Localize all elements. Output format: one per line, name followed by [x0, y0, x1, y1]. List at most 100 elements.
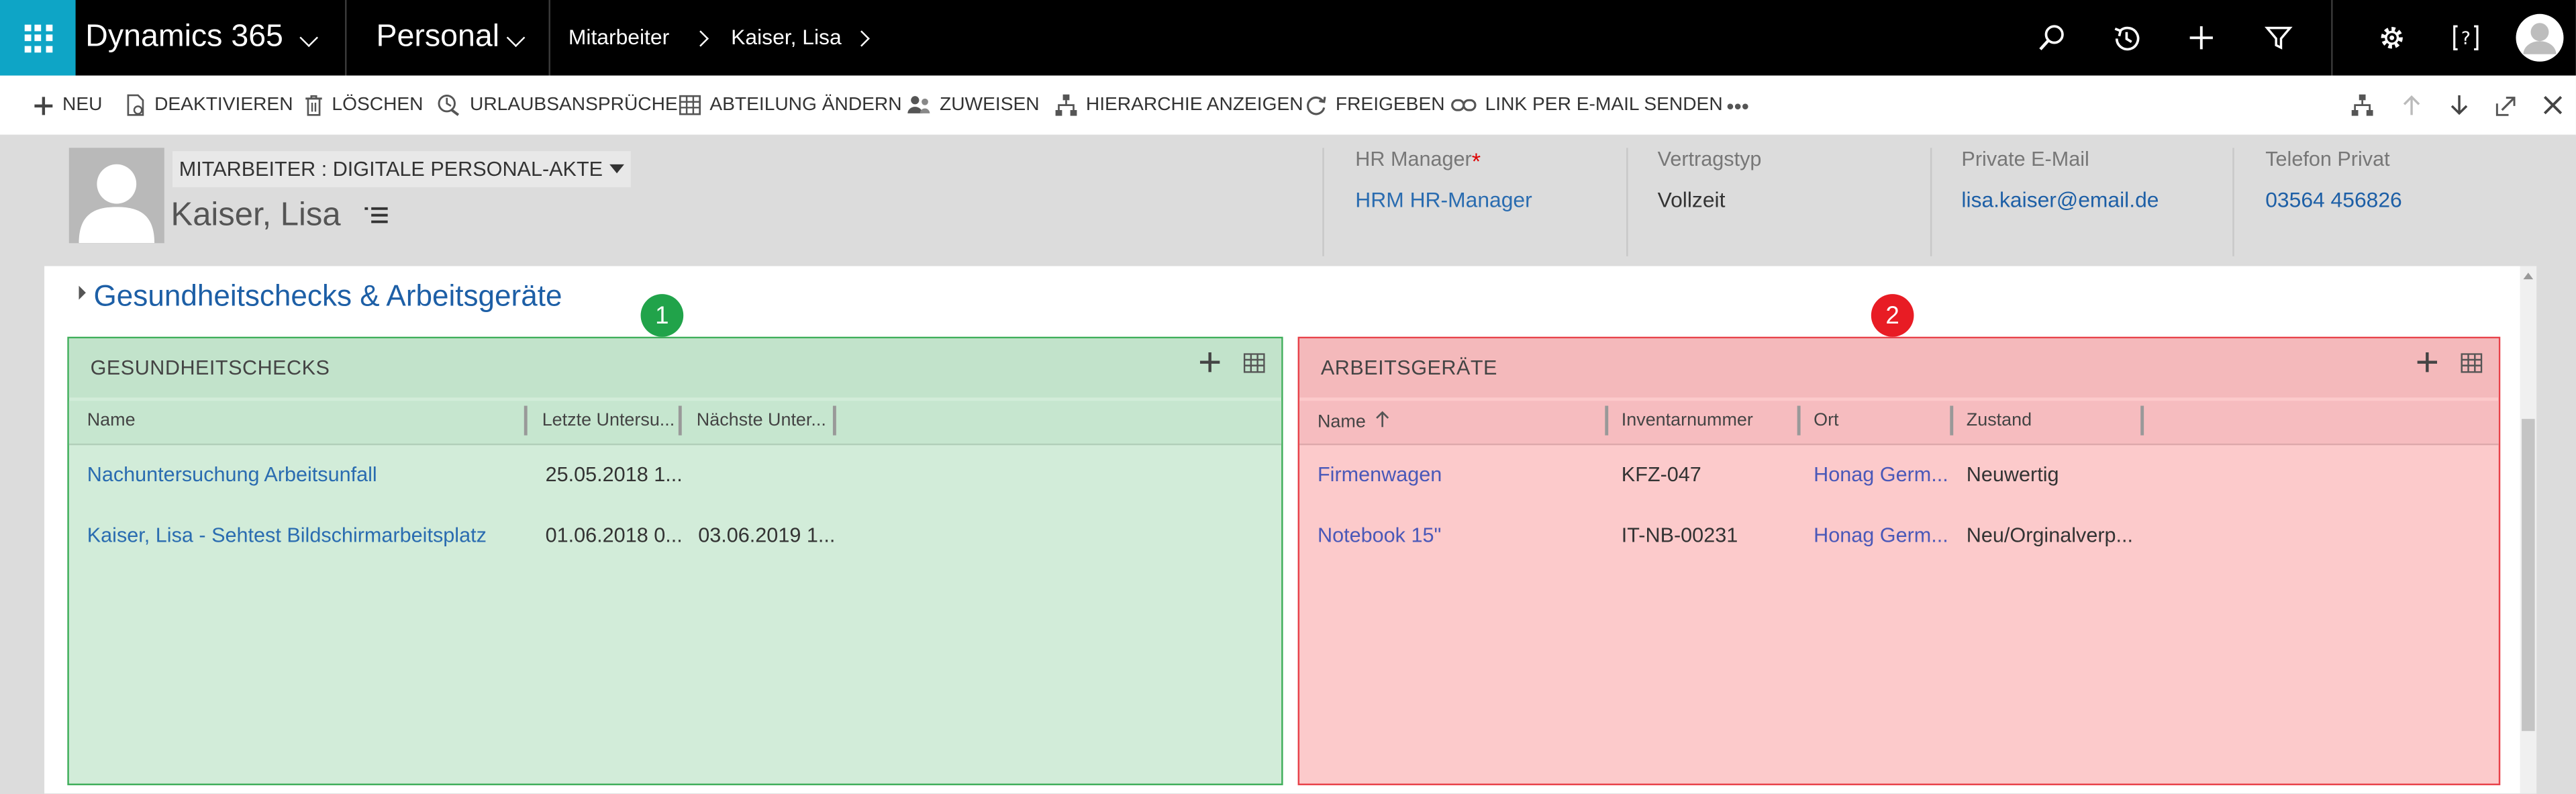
table-cell: KFZ-047	[1621, 463, 1701, 487]
form-selector-label: MITARBEITER : DIGITALE PERSONAL-AKTE	[179, 157, 603, 181]
required-asterisk: *	[1471, 148, 1481, 175]
caret-down-icon	[609, 164, 624, 174]
subgrid-header: GESUNDHEITSCHECKS	[68, 338, 1282, 398]
app-switcher-chevron-icon[interactable]	[299, 0, 318, 76]
more-commands-button[interactable]: •••	[1726, 76, 1748, 135]
add-record-plus-icon[interactable]	[1199, 352, 1221, 373]
contract-type-value: Vollzeit	[1657, 187, 1726, 212]
breadcrumb-chevron-icon	[692, 0, 709, 76]
view-grid-icon[interactable]	[1243, 352, 1265, 373]
previous-record-arrow-up-icon[interactable]	[2397, 91, 2426, 120]
command-bar: NEU DEAKTIVIEREN LÖSCHEN URLAUBSANSPRÜCH…	[0, 75, 2576, 137]
header-field-hr-manager: HR Manager* HRM HR-Manager	[1355, 148, 1532, 212]
building-grid-icon	[679, 95, 701, 115]
column-resize-handle[interactable]	[832, 405, 836, 436]
column-header-row: Name Inventarnummer Ort Zustand	[1299, 401, 2499, 446]
assign-button[interactable]: ZUWEISEN	[907, 76, 1040, 135]
app-root: Dynamics 365 Personal Mitarbeiter Kaiser…	[0, 0, 2576, 794]
table-cell-location-link[interactable]: Honag Germ...	[1814, 463, 1948, 486]
change-department-button[interactable]: ABTEILUNG ÄNDERN	[679, 76, 902, 135]
table-cell: 03.06.2019 1...	[698, 524, 836, 548]
private-phone-link[interactable]: 03564 456826	[2265, 187, 2402, 212]
advanced-find-filter-icon[interactable]	[2259, 18, 2298, 58]
scrollbar-thumb[interactable]	[2522, 419, 2535, 732]
table-row-name-link[interactable]: Firmenwagen	[1318, 463, 1442, 486]
share-button[interactable]: FREIGEBEN	[1304, 76, 1445, 135]
record-title: Kaiser, Lisa	[171, 197, 389, 235]
header-field-private-email: Private E-Mail lisa.kaiser@email.de	[1961, 148, 2159, 212]
table-row-name-link[interactable]: Nachuntersuchung Arbeitsunfall	[87, 463, 377, 486]
column-header-next-exam[interactable]: Nächste Unter...	[697, 411, 826, 430]
collapse-triangle-icon[interactable]	[72, 285, 86, 299]
area-chevron-icon[interactable]	[506, 0, 526, 76]
column-resize-handle[interactable]	[2140, 405, 2143, 436]
column-header-condition[interactable]: Zustand	[1967, 411, 2032, 430]
help-icon[interactable]: ?	[2446, 18, 2485, 58]
scroll-up-arrow-icon[interactable]	[2520, 269, 2536, 283]
column-header-last-exam[interactable]: Letzte Untersu...	[542, 411, 675, 430]
contact-avatar[interactable]	[68, 148, 164, 244]
add-record-plus-icon[interactable]	[2416, 352, 2438, 373]
equipment-subgrid: ARBEITSGERÄTE Name Inventarnummer Ort Zu…	[1297, 336, 2501, 785]
new-button[interactable]: NEU	[33, 76, 102, 135]
hr-manager-link[interactable]: HRM HR-Manager	[1355, 187, 1532, 212]
header-field-private-phone: Telefon Privat 03564 456826	[2265, 148, 2402, 212]
section-header[interactable]: Gesundheitschecks & Arbeitsgeräte	[72, 279, 562, 313]
leave-icon	[438, 94, 460, 116]
next-record-arrow-down-icon[interactable]	[2444, 91, 2474, 120]
column-header-inventory-number[interactable]: Inventarnummer	[1622, 411, 1753, 430]
breadcrumb-record[interactable]: Kaiser, Lisa	[731, 0, 841, 76]
table-cell: Neu/Orginalverp...	[1966, 524, 2134, 548]
link-icon	[1451, 99, 1477, 111]
private-email-link[interactable]: lisa.kaiser@email.de	[1961, 187, 2159, 212]
app-launcher-button[interactable]	[0, 0, 76, 76]
search-icon[interactable]	[2032, 18, 2072, 58]
table-cell: 01.06.2018 0...	[545, 524, 683, 548]
deactivate-button[interactable]: DEAKTIVIEREN	[125, 76, 293, 135]
column-resize-handle[interactable]	[524, 405, 527, 436]
quick-create-plus-icon[interactable]	[2181, 18, 2221, 58]
table-row-name-link[interactable]: Notebook 15"	[1318, 524, 1441, 547]
column-header-name[interactable]: Name	[87, 411, 136, 430]
breadcrumb-mitarbeiter[interactable]: Mitarbeiter	[568, 0, 669, 76]
view-grid-icon[interactable]	[2461, 352, 2483, 373]
header-field-contract-type: Vertragstyp Vollzeit	[1657, 148, 1762, 212]
leave-entitlements-button[interactable]: URLAUBSANSPRÜCHE	[437, 76, 678, 135]
table-cell: 25.05.2018 1...	[545, 463, 683, 487]
settings-gear-icon[interactable]	[2372, 18, 2412, 58]
assign-people-icon	[907, 96, 930, 113]
document-icon	[127, 94, 144, 116]
column-resize-handle[interactable]	[1797, 405, 1800, 436]
hierarchy-icon	[1055, 94, 1077, 116]
column-header-row: Name Letzte Untersu... Nächste Unter...	[68, 401, 1282, 446]
list-options-icon[interactable]	[363, 205, 389, 225]
org-chart-icon[interactable]	[2348, 91, 2377, 120]
subgrid-title: ARBEITSGERÄTE	[1320, 356, 1497, 380]
column-header-location[interactable]: Ort	[1814, 411, 1838, 430]
close-icon[interactable]	[2538, 91, 2568, 120]
table-row-name-link[interactable]: Kaiser, Lisa - Sehtest Bildschirmarbeits…	[87, 524, 487, 547]
email-link-button[interactable]: LINK PER E-MAIL SENDEN	[1450, 76, 1723, 135]
delete-button[interactable]: LÖSCHEN	[304, 76, 424, 135]
area-name[interactable]: Personal	[377, 0, 500, 76]
column-resize-handle[interactable]	[678, 405, 681, 436]
top-nav: Dynamics 365 Personal Mitarbeiter Kaiser…	[0, 0, 2576, 76]
user-avatar-icon[interactable]	[2515, 13, 2564, 62]
app-name[interactable]: Dynamics 365	[85, 0, 283, 76]
table-cell: IT-NB-00231	[1621, 524, 1738, 548]
column-resize-handle[interactable]	[1950, 405, 1952, 436]
show-hierarchy-button[interactable]: HIERARCHIE ANZEIGEN	[1054, 76, 1303, 135]
column-header-name[interactable]: Name	[1318, 411, 1391, 432]
plus-icon	[34, 96, 53, 115]
share-icon	[1307, 96, 1326, 115]
table-cell-location-link[interactable]: Honag Germ...	[1814, 524, 1948, 547]
health-checks-subgrid: GESUNDHEITSCHECKS Name Letzte Untersu...…	[67, 336, 1283, 785]
breadcrumb-chevron-icon[interactable]	[853, 0, 870, 76]
recent-history-icon[interactable]	[2106, 18, 2146, 58]
column-resize-handle[interactable]	[1605, 405, 1607, 436]
annotation-badge-1: 1	[640, 294, 684, 337]
section-title: Gesundheitschecks & Arbeitsgeräte	[93, 279, 562, 313]
person-silhouette-icon	[68, 148, 164, 244]
form-selector[interactable]: MITARBEITER : DIGITALE PERSONAL-AKTE	[172, 151, 631, 188]
popout-icon[interactable]	[2491, 91, 2520, 120]
